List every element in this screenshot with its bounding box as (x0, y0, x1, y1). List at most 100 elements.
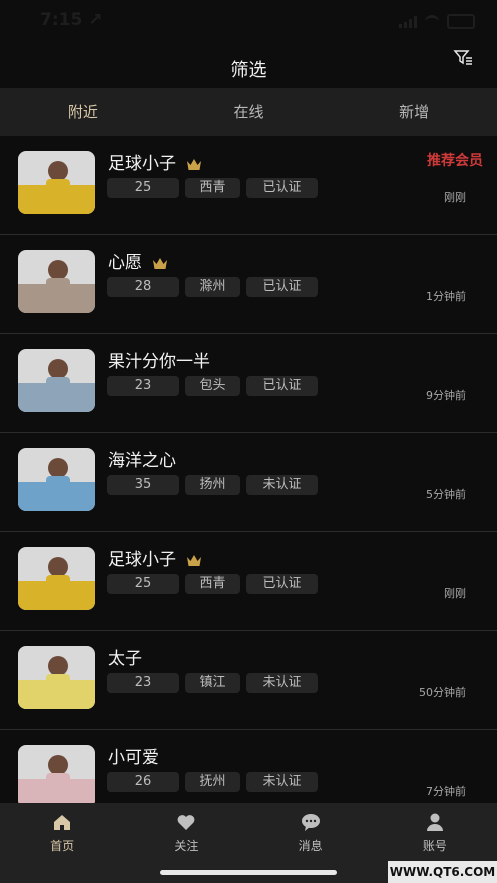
home-indicator (160, 870, 337, 875)
city-tag: 镇江 (185, 673, 240, 693)
status-bar: 7:15 ↗ (0, 0, 497, 44)
city-tag: 西青 (185, 178, 240, 198)
city-tag: 包头 (185, 376, 240, 396)
city-tag: 抚州 (185, 772, 240, 792)
avatar[interactable] (18, 646, 95, 709)
tab-online[interactable]: 在线 (166, 88, 332, 136)
avatar[interactable] (18, 349, 95, 412)
user-tags: 26 抚州 未认证 (107, 772, 318, 792)
city-tag: 西青 (185, 574, 240, 594)
recommend-badge: 推荐会员 (427, 153, 483, 169)
verify-tag: 已认证 (246, 376, 318, 396)
user-tags: 35 扬州 未认证 (107, 475, 318, 495)
person-icon (426, 813, 443, 831)
user-row[interactable]: 果汁分你一半 23 包头 已认证 9分钟前 (0, 334, 497, 433)
signal-icon (399, 15, 417, 28)
tab-nearby[interactable]: 附近 (0, 88, 166, 136)
tab-new[interactable]: 新增 (331, 88, 497, 136)
system-icons (399, 14, 475, 29)
filter-tabs: 附近 在线 新增 (0, 88, 497, 136)
user-name-line: 太子 (108, 644, 142, 669)
status-time: 7:15 ↗ (40, 10, 103, 30)
verify-tag: 未认证 (246, 772, 318, 792)
page-title: 筛选 (230, 60, 267, 81)
user-tags: 25 西青 已认证 (107, 178, 318, 198)
user-tags: 23 包头 已认证 (107, 376, 318, 396)
crown-icon (187, 158, 201, 170)
age-tag: 25 (107, 574, 179, 594)
age-tag: 25 (107, 178, 179, 198)
user-name: 足球小子 (108, 154, 176, 174)
user-name: 足球小子 (108, 550, 176, 570)
user-row[interactable]: 小可爱 26 抚州 未认证 7分钟前 (0, 730, 497, 803)
user-name: 果汁分你一半 (108, 352, 210, 372)
avatar-photo (18, 646, 95, 709)
battery-icon (447, 14, 475, 29)
nav-follow-label: 关注 (174, 839, 199, 853)
user-name-line: 海洋之心 (108, 446, 176, 471)
user-row[interactable]: 太子 23 镇江 未认证 50分钟前 (0, 631, 497, 730)
user-row[interactable]: 足球小子 25 西青 已认证 刚刚 (0, 532, 497, 631)
age-tag: 35 (107, 475, 179, 495)
verify-tag: 未认证 (246, 475, 318, 495)
city-tag: 扬州 (185, 475, 240, 495)
user-name-line: 果汁分你一半 (108, 347, 210, 372)
last-active-time: 7分钟前 (426, 785, 466, 798)
nav-home[interactable]: 首页 (0, 803, 124, 883)
user-name-line: 足球小子 (108, 545, 202, 570)
user-name-line: 足球小子 (108, 149, 202, 174)
last-active-time: 刚刚 (444, 587, 466, 600)
verify-tag: 已认证 (246, 277, 318, 297)
watermark: WWW.QT6.COM (388, 861, 497, 883)
last-active-time: 9分钟前 (426, 389, 466, 402)
age-tag: 23 (107, 673, 179, 693)
verify-tag: 已认证 (246, 574, 318, 594)
crown-icon (187, 554, 201, 566)
chat-icon (301, 814, 320, 831)
user-name: 太子 (108, 649, 142, 669)
user-row[interactable]: 海洋之心 35 扬州 未认证 5分钟前 (0, 433, 497, 532)
age-tag: 26 (107, 772, 179, 792)
last-active-time: 1分钟前 (426, 290, 466, 303)
avatar-photo (18, 547, 95, 610)
user-name: 海洋之心 (108, 451, 176, 471)
nav-messages-label: 消息 (298, 839, 323, 853)
avatar-photo (18, 250, 95, 313)
user-tags: 23 镇江 未认证 (107, 673, 318, 693)
city-tag: 滁州 (185, 277, 240, 297)
verify-tag: 已认证 (246, 178, 318, 198)
wifi-icon (425, 15, 439, 28)
header: 筛选 (0, 44, 497, 88)
avatar[interactable] (18, 547, 95, 610)
user-row[interactable]: 心愿 28 滁州 已认证 1分钟前 (0, 235, 497, 334)
age-tag: 28 (107, 277, 179, 297)
avatar-photo (18, 151, 95, 214)
avatar-photo (18, 745, 95, 803)
last-active-time: 5分钟前 (426, 488, 466, 501)
heart-icon (177, 815, 195, 830)
avatar[interactable] (18, 745, 95, 803)
filter-button[interactable] (452, 46, 474, 68)
avatar[interactable] (18, 151, 95, 214)
user-tags: 28 滁州 已认证 (107, 277, 318, 297)
avatar-photo (18, 448, 95, 511)
user-list: 足球小子 25 西青 已认证 推荐会员 刚刚 心愿 28 滁州 已认证 1分钟前 (0, 136, 497, 803)
home-icon (54, 815, 71, 830)
user-name: 心愿 (108, 253, 142, 273)
avatar[interactable] (18, 448, 95, 511)
user-row[interactable]: 足球小子 25 西青 已认证 推荐会员 刚刚 (0, 136, 497, 235)
avatar[interactable] (18, 250, 95, 313)
last-active-time: 50分钟前 (419, 686, 466, 699)
user-name: 小可爱 (108, 748, 159, 768)
user-name-line: 心愿 (108, 248, 168, 273)
user-tags: 25 西青 已认证 (107, 574, 318, 594)
verify-tag: 未认证 (246, 673, 318, 693)
nav-account-label: 账号 (422, 839, 447, 853)
user-name-line: 小可爱 (108, 743, 159, 768)
crown-icon (153, 257, 167, 269)
filter-icon (453, 50, 472, 65)
age-tag: 23 (107, 376, 179, 396)
avatar-photo (18, 349, 95, 412)
nav-home-label: 首页 (50, 839, 75, 853)
last-active-time: 刚刚 (444, 191, 466, 204)
